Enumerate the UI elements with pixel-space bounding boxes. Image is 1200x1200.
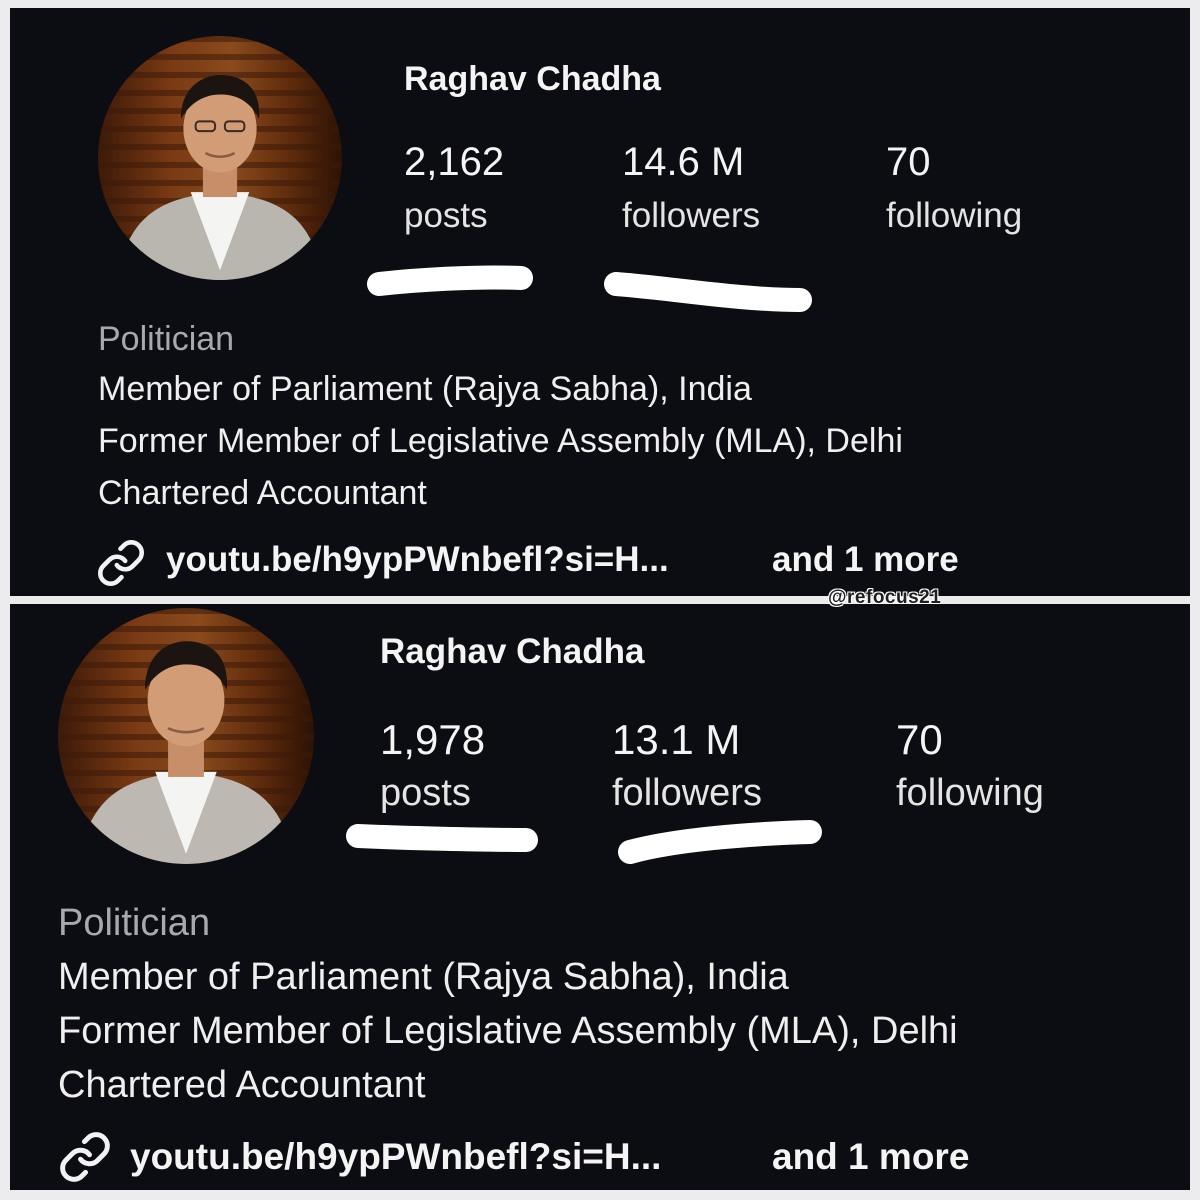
link-icon bbox=[96, 538, 146, 588]
followers-count[interactable]: 13.1 M bbox=[612, 716, 740, 764]
following-count[interactable]: 70 bbox=[896, 716, 943, 764]
profile-category: Politician bbox=[58, 902, 211, 944]
profile-panel-bottom: Raghav Chadha 1,978 posts 13.1 M followe… bbox=[10, 604, 1190, 1190]
following-label[interactable]: following bbox=[886, 196, 1022, 236]
following-count[interactable]: 70 bbox=[886, 140, 931, 185]
username: Raghav Chadha bbox=[404, 60, 661, 98]
bio-link[interactable]: youtu.be/h9ypPWnbefl?si=H... bbox=[130, 1136, 661, 1178]
followers-label[interactable]: followers bbox=[622, 196, 760, 236]
followers-highlight-mark bbox=[618, 820, 822, 864]
posts-highlight-mark bbox=[367, 265, 533, 296]
bio-line: Member of Parliament (Rajya Sabha), Indi… bbox=[58, 956, 789, 998]
bio-link[interactable]: youtu.be/h9ypPWnbefl?si=H... bbox=[166, 540, 669, 580]
username: Raghav Chadha bbox=[380, 632, 645, 671]
bio-line: Former Member of Legislative Assembly (M… bbox=[58, 1010, 958, 1052]
posts-label[interactable]: posts bbox=[404, 196, 488, 236]
followers-label[interactable]: followers bbox=[612, 772, 762, 815]
posts-count[interactable]: 2,162 bbox=[404, 140, 504, 185]
avatar[interactable] bbox=[58, 608, 314, 864]
profile-category: Politician bbox=[98, 320, 235, 358]
more-links[interactable]: and 1 more bbox=[772, 540, 959, 580]
posts-label[interactable]: posts bbox=[380, 772, 471, 815]
profile-panel-top: Raghav Chadha 2,162 posts 14.6 M followe… bbox=[10, 8, 1190, 596]
posts-count[interactable]: 1,978 bbox=[380, 716, 485, 764]
more-links[interactable]: and 1 more bbox=[772, 1136, 969, 1178]
bio-line: Member of Parliament (Rajya Sabha), Indi… bbox=[98, 370, 752, 408]
following-label[interactable]: following bbox=[896, 772, 1044, 815]
posts-highlight-mark bbox=[346, 824, 538, 852]
portrait-illustration bbox=[117, 75, 323, 280]
link-icon bbox=[58, 1130, 112, 1184]
bio-line: Chartered Accountant bbox=[98, 474, 427, 512]
followers-highlight-mark bbox=[604, 272, 812, 312]
watermark: @refocus21 bbox=[828, 587, 942, 608]
avatar[interactable] bbox=[98, 36, 342, 280]
bio-line: Chartered Accountant bbox=[58, 1064, 426, 1106]
followers-count[interactable]: 14.6 M bbox=[622, 140, 744, 185]
bio-line: Former Member of Legislative Assembly (M… bbox=[98, 422, 903, 460]
portrait-illustration bbox=[78, 641, 294, 864]
